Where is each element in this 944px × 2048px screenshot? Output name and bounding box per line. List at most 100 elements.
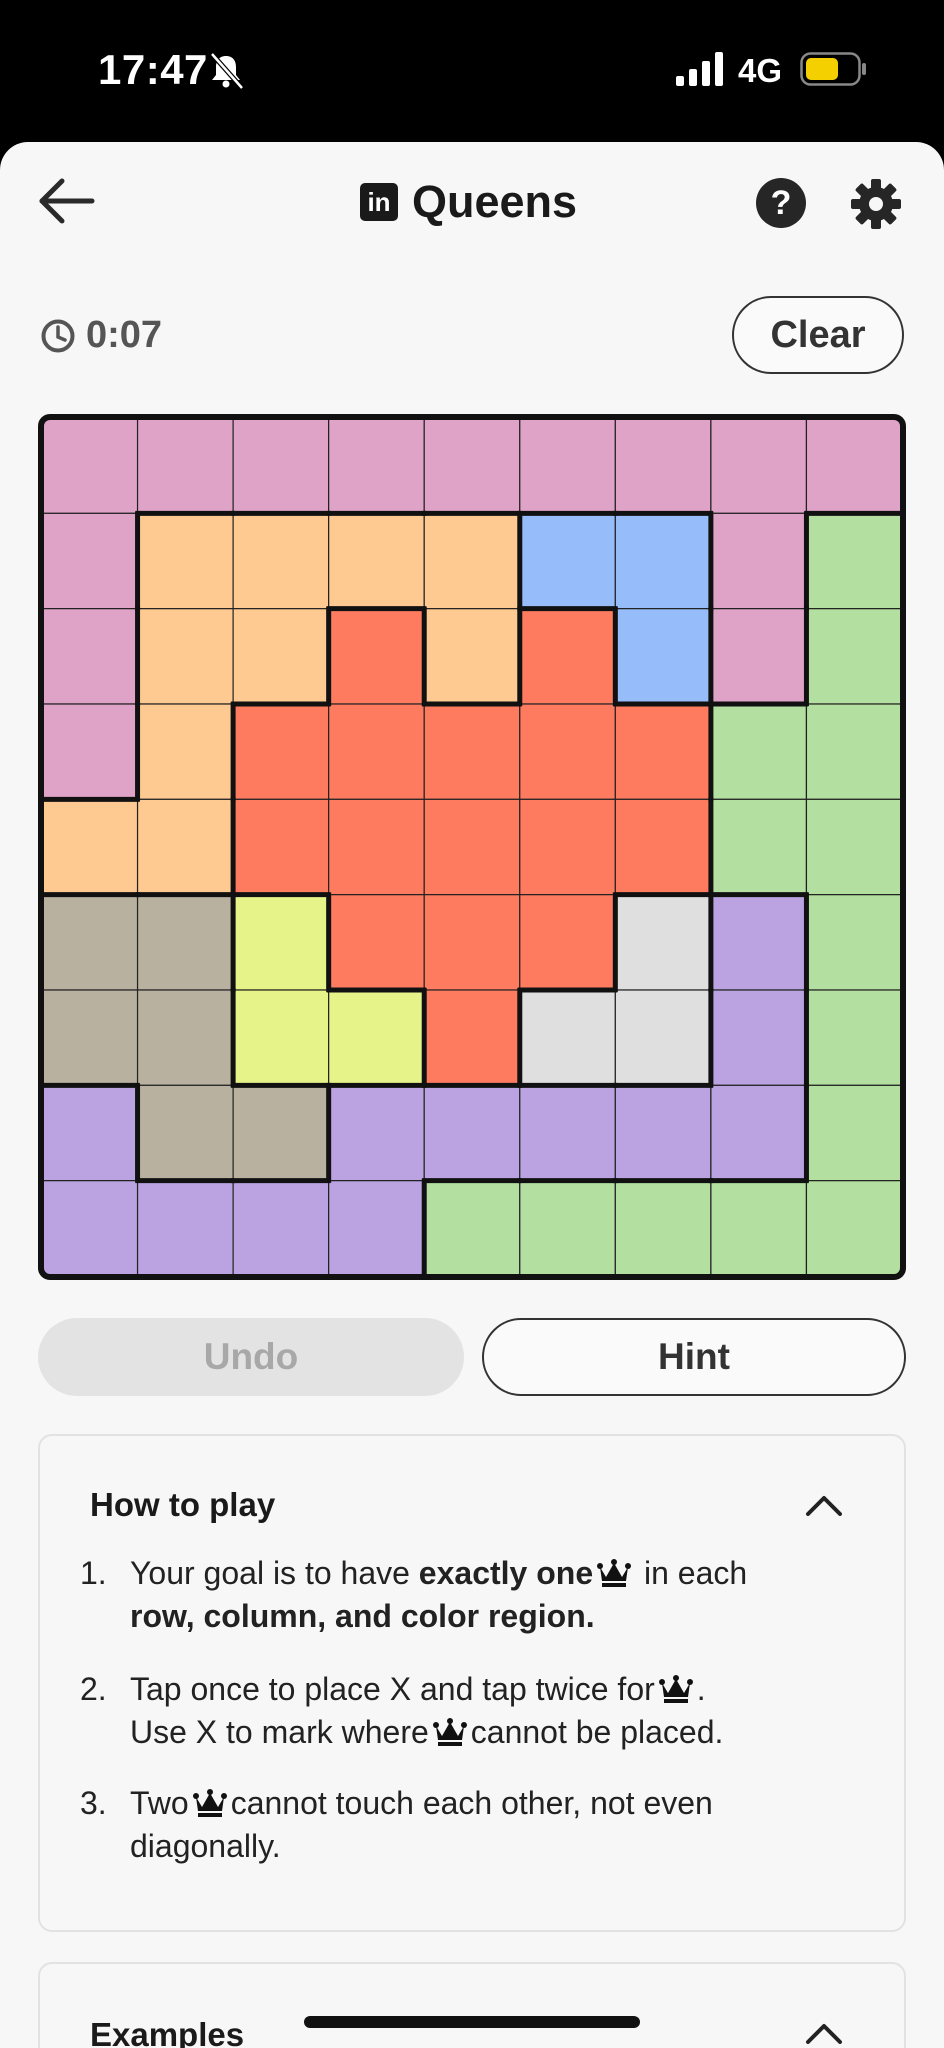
board-cell[interactable] <box>614 894 712 991</box>
rule-number: 2. <box>80 1671 107 1707</box>
board-cell[interactable] <box>41 512 139 610</box>
board-cell[interactable] <box>423 894 521 991</box>
board-cell[interactable] <box>41 1180 139 1277</box>
board-cell[interactable] <box>805 703 903 800</box>
rule-text: cannot be placed. <box>470 1714 724 1750</box>
rule-2: 2. Tap once to place X and tap twice for… <box>80 1668 860 1758</box>
status-bar: 17:47 4G <box>0 0 944 142</box>
board-cell[interactable] <box>136 989 234 1086</box>
board-cell[interactable] <box>423 608 521 705</box>
board-cell[interactable] <box>328 1084 425 1182</box>
board-cell[interactable] <box>232 417 330 514</box>
board-cell[interactable] <box>614 703 712 800</box>
board-cell[interactable] <box>710 989 808 1086</box>
board-cell[interactable] <box>519 608 616 705</box>
board-cell[interactable] <box>328 989 425 1086</box>
board-cell[interactable] <box>41 417 139 514</box>
board-cell[interactable] <box>710 703 808 800</box>
hint-button[interactable]: Hint <box>482 1318 906 1396</box>
board-cell[interactable] <box>328 608 425 705</box>
board-cell[interactable] <box>328 798 425 896</box>
board-cell[interactable] <box>423 989 521 1086</box>
board-cell[interactable] <box>805 798 903 896</box>
board-cell[interactable] <box>136 512 234 610</box>
board-cell[interactable] <box>232 703 330 800</box>
board-cell[interactable] <box>710 608 808 705</box>
board-cell[interactable] <box>710 1180 808 1277</box>
board-cell[interactable] <box>805 894 903 991</box>
board-cell[interactable] <box>805 417 903 514</box>
undo-button[interactable]: Undo <box>38 1318 464 1396</box>
board-cell[interactable] <box>136 417 234 514</box>
board-cell[interactable] <box>136 1084 234 1182</box>
board-cell[interactable] <box>710 512 808 610</box>
board-cell[interactable] <box>41 608 139 705</box>
board-cell[interactable] <box>423 512 521 610</box>
board-cell[interactable] <box>519 417 616 514</box>
board-cell[interactable] <box>136 798 234 896</box>
board-cell[interactable] <box>423 703 521 800</box>
board-cell[interactable] <box>519 1084 616 1182</box>
board-cell[interactable] <box>519 703 616 800</box>
board-cell[interactable] <box>710 798 808 896</box>
board-cell[interactable] <box>805 1180 903 1277</box>
board-cell[interactable] <box>805 512 903 610</box>
board-cell[interactable] <box>423 417 521 514</box>
board-cell[interactable] <box>423 798 521 896</box>
board-cell[interactable] <box>614 798 712 896</box>
board-cell[interactable] <box>41 1084 139 1182</box>
board-cell[interactable] <box>805 608 903 705</box>
board-cell[interactable] <box>328 512 425 610</box>
queens-board[interactable] <box>38 414 906 1280</box>
board-cell[interactable] <box>328 417 425 514</box>
board-cell[interactable] <box>614 417 712 514</box>
board-cell[interactable] <box>519 1180 616 1277</box>
rule-text: diagonally. <box>130 1828 281 1864</box>
board-cell[interactable] <box>519 512 616 610</box>
gear-icon[interactable] <box>850 178 902 230</box>
board-cell[interactable] <box>614 608 712 705</box>
board-cell[interactable] <box>710 417 808 514</box>
board-cell[interactable] <box>41 798 139 896</box>
board-cell[interactable] <box>136 894 234 991</box>
board-cell[interactable] <box>423 1084 521 1182</box>
linkedin-logo-icon: in <box>360 183 398 221</box>
board-cell[interactable] <box>328 1180 425 1277</box>
board-cell[interactable] <box>614 1084 712 1182</box>
board-cell[interactable] <box>136 703 234 800</box>
board-cell[interactable] <box>805 1084 903 1182</box>
board-cell[interactable] <box>614 989 712 1086</box>
board-cell[interactable] <box>423 1180 521 1277</box>
board-cell[interactable] <box>805 989 903 1086</box>
board-cell[interactable] <box>328 703 425 800</box>
board-cell[interactable] <box>232 894 330 991</box>
board-cell[interactable] <box>710 894 808 991</box>
board-cell[interactable] <box>710 1084 808 1182</box>
board-cell[interactable] <box>41 703 139 800</box>
board-cell[interactable] <box>519 894 616 991</box>
board-cell[interactable] <box>136 1180 234 1277</box>
chevron-up-icon[interactable] <box>804 2020 844 2046</box>
board-cell[interactable] <box>232 798 330 896</box>
board-cell[interactable] <box>614 512 712 610</box>
board-cell[interactable] <box>614 1180 712 1277</box>
board-cell[interactable] <box>519 798 616 896</box>
clear-button[interactable]: Clear <box>732 296 904 374</box>
help-button[interactable]: ? <box>756 178 806 228</box>
board-cell[interactable] <box>41 989 139 1086</box>
board-cell[interactable] <box>232 989 330 1086</box>
board-grid[interactable] <box>38 414 906 1280</box>
board-cell[interactable] <box>232 608 330 705</box>
back-arrow-icon[interactable] <box>38 176 96 226</box>
rule-text: Tap once to place X and tap twice for <box>130 1671 655 1707</box>
board-cell[interactable] <box>519 989 616 1086</box>
board-cell[interactable] <box>328 894 425 991</box>
board-cell[interactable] <box>232 512 330 610</box>
board-cell[interactable] <box>232 1180 330 1277</box>
chevron-up-icon[interactable] <box>804 1492 844 1518</box>
board-cell[interactable] <box>232 1084 330 1182</box>
rule-number: 1. <box>80 1555 107 1591</box>
board-cell[interactable] <box>41 894 139 991</box>
crown-icon <box>658 1675 693 1703</box>
board-cell[interactable] <box>136 608 234 705</box>
